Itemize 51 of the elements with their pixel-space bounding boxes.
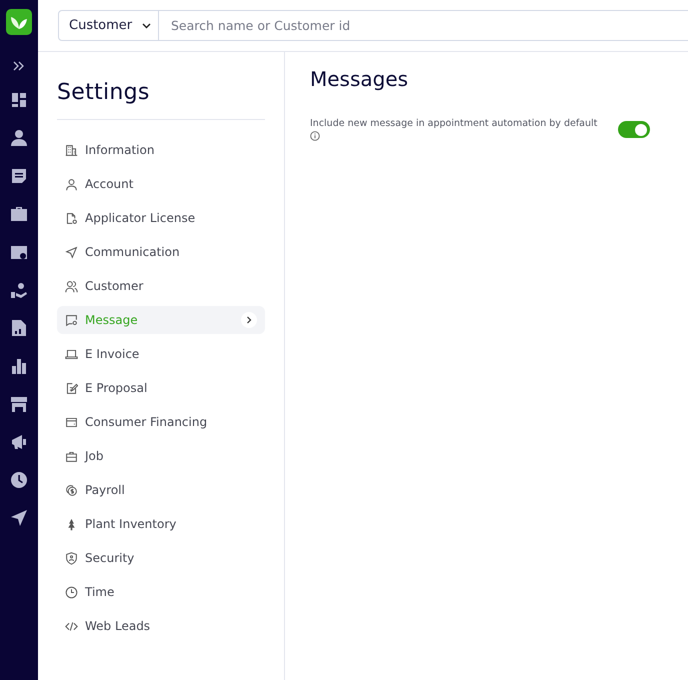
megaphone-icon[interactable] bbox=[10, 433, 28, 451]
people-icon bbox=[65, 280, 78, 292]
hand-icon[interactable] bbox=[10, 281, 28, 299]
chevron-right-icon bbox=[241, 312, 257, 328]
settings-menu-item[interactable]: E Proposal bbox=[57, 374, 265, 402]
settings-menu-item[interactable]: Account bbox=[57, 170, 265, 198]
settings-menu-item[interactable]: E Invoice bbox=[57, 340, 265, 368]
person-icon[interactable] bbox=[10, 129, 28, 147]
settings-menu-item[interactable]: Communication bbox=[57, 238, 265, 266]
chevron-down-icon bbox=[142, 22, 152, 28]
settings-menu-item[interactable]: Plant Inventory bbox=[57, 510, 265, 538]
settings-menu-item[interactable]: Information bbox=[57, 136, 265, 164]
settings-title: Settings bbox=[57, 80, 151, 107]
coin-icon bbox=[65, 484, 78, 496]
leaf-logo-icon[interactable] bbox=[6, 9, 32, 35]
edit-icon bbox=[65, 382, 78, 394]
toggle-switch[interactable] bbox=[618, 121, 650, 138]
clock-icon bbox=[65, 586, 78, 598]
note-icon[interactable] bbox=[10, 167, 28, 185]
dashboard-icon[interactable] bbox=[10, 91, 28, 109]
laptop-icon bbox=[65, 348, 78, 360]
calendar-icon[interactable] bbox=[10, 243, 28, 261]
option-label: Include new message in appointment automation by default bbox=[310, 118, 598, 130]
search-field[interactable]: Search name or Customer id bbox=[159, 10, 688, 41]
shield-icon bbox=[65, 552, 78, 564]
person-icon bbox=[65, 178, 78, 190]
settings-menu-item[interactable]: Customer bbox=[57, 272, 265, 300]
settings-menu-item[interactable]: Time bbox=[57, 578, 265, 606]
wallet-icon bbox=[65, 416, 78, 428]
briefcase-icon[interactable] bbox=[10, 205, 28, 223]
settings-menu-item[interactable]: Consumer Financing bbox=[57, 408, 265, 436]
clock-icon[interactable] bbox=[10, 471, 28, 489]
settings-menu-item[interactable]: Applicator License bbox=[57, 204, 265, 232]
briefcase-icon bbox=[65, 450, 78, 462]
settings-menu-item[interactable]: Payroll bbox=[57, 476, 265, 504]
page-title: Messages bbox=[310, 67, 410, 91]
info-icon[interactable] bbox=[310, 131, 320, 141]
document-icon bbox=[65, 212, 78, 224]
send-icon[interactable] bbox=[10, 509, 28, 527]
settings-menu-item[interactable]: Job bbox=[57, 442, 265, 470]
expand-icon[interactable] bbox=[13, 61, 25, 71]
report-icon[interactable] bbox=[10, 319, 28, 337]
settings-menu-item[interactable]: Security bbox=[57, 544, 265, 572]
message-icon bbox=[65, 314, 78, 326]
category-dropdown[interactable]: Customer bbox=[58, 10, 159, 41]
settings-menu-item[interactable]: Web Leads bbox=[57, 612, 265, 640]
store-icon[interactable] bbox=[10, 395, 28, 413]
bar-chart-icon[interactable] bbox=[10, 357, 28, 375]
building-icon bbox=[65, 144, 78, 156]
code-icon bbox=[65, 620, 78, 632]
send-icon bbox=[65, 246, 78, 258]
